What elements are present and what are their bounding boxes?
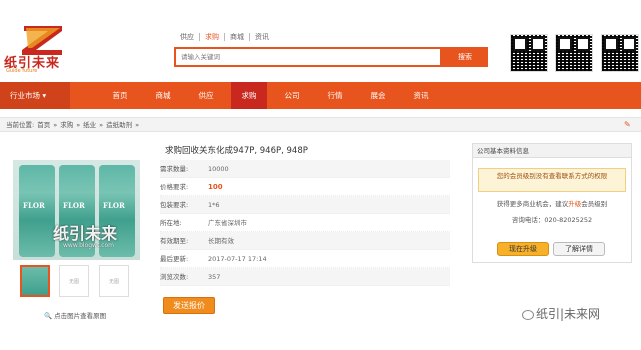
upgrade-hint: 获得更多商业机会，建议升级会员级别 [473,198,631,208]
field-label: 最后更新: [160,255,189,263]
nav-item-company[interactable]: 公司 [274,82,310,109]
field-label: 所在地: [160,219,182,227]
search-tab-supply[interactable]: 供应 [180,33,199,41]
nav-item-expo[interactable]: 展会 [360,82,396,109]
field-value: 1*6 [208,201,220,209]
upgrade-link[interactable]: 升级 [568,200,581,208]
phone-line: 咨询电话：020-82025252 [473,214,631,224]
qr-code [555,34,593,72]
footer-watermark: 纸引|未来网 [522,305,600,322]
zoom-hint-text: 点击图片查看原图 [54,312,107,320]
breadcrumb-separator: » [99,121,104,129]
breadcrumb: 当前位置: 首页» 求购» 纸业» 造纸助剂» ✎ [0,117,641,132]
field-row-validity: 有效期至: 长期有效 [160,232,450,250]
company-info-panel: 公司基本资料信息 您的会员级别没有查看联系方式的权限 获得更多商业机会，建议升级… [472,143,632,263]
thumbnail-placeholder: 无图 [68,279,79,285]
field-row-views: 浏览次数: 357 [160,268,450,286]
thumbnail-2[interactable]: 无图 [59,265,89,297]
qr-code [601,34,639,72]
breadcrumb-link-paper[interactable]: 纸业 [83,121,96,129]
breadcrumb-separator: » [53,121,58,129]
field-label: 包装要求: [160,201,189,209]
nav-item-news[interactable]: 资讯 [403,82,439,109]
search-tab-news[interactable]: 资讯 [249,33,274,41]
search-tabs: 供应 求购 商城 资讯 [180,33,274,41]
field-value: 2017-07-17 17:14 [208,255,267,263]
search-input[interactable] [176,49,440,65]
phone-label: 咨询电话： [511,216,545,224]
field-row-updated: 最后更新: 2017-07-17 17:14 [160,250,450,268]
search-tab-buy[interactable]: 求购 [199,33,224,41]
breadcrumb-label: 当前位置: [6,121,35,129]
field-label: 价格要求: [160,183,189,191]
image-watermark-url: www.blogwt.com [63,242,115,249]
breadcrumb-separator: » [76,121,81,129]
permission-notice: 您的会员级别没有查看联系方式的权限 [478,168,626,192]
field-row-quantity: 需求数量: 10000 [160,160,450,178]
magnifier-icon: 🔍 [44,312,53,320]
nav-item-supply[interactable]: 供应 [188,82,224,109]
learn-details-button[interactable]: 了解详情 [553,242,605,256]
field-label: 浏览次数: [160,273,189,281]
site-logo[interactable]: 纸引未来 Guide future [4,24,74,74]
wechat-icon [522,309,534,320]
panel-title: 公司基本资料信息 [473,144,631,158]
qr-code [510,34,548,72]
zoom-hint[interactable]: 🔍 点击图片查看原图 [44,310,106,320]
field-value: 广东省深圳市 [208,219,247,227]
product-image[interactable]: 纸引未来 www.blogwt.com [13,160,140,260]
category-menu-label: 行业市场 [10,91,40,100]
upgrade-hint-suffix: 会员级别 [581,200,608,208]
nav-item-mall[interactable]: 商城 [145,82,181,109]
upgrade-now-button[interactable]: 现在升级 [497,242,549,256]
search-button[interactable]: 搜索 [442,47,488,67]
product-fields: 需求数量: 10000 价格要求: 100 包装要求: 1*6 所在地: 广东省深圳市 … [160,160,450,286]
field-value: 357 [208,273,221,281]
field-value: 10000 [208,165,229,173]
thumbnail-1[interactable] [20,265,50,297]
upgrade-hint-prefix: 获得更多商业机会，建议 [496,200,569,208]
chevron-down-icon: ▾ [42,91,47,100]
field-label: 需求数量: [160,165,189,173]
field-value: 长期有效 [208,237,234,245]
product-title: 求购回收关东化成947P, 946P, 948P [165,146,308,156]
search-tab-mall[interactable]: 商城 [224,33,249,41]
price-value: 100 [208,183,223,191]
breadcrumb-link-home[interactable]: 首页 [37,121,50,129]
nav-item-buy[interactable]: 求购 [231,82,267,109]
phone-number: 020-82025252 [544,216,593,224]
category-menu[interactable]: 行业市场 ▾ [0,82,70,109]
breadcrumb-link-additives[interactable]: 造纸助剂 [106,121,132,129]
logo-subtitle: Guide future [6,68,38,74]
footer-watermark-text: 纸引|未来网 [536,307,601,321]
search-box [174,47,442,67]
field-row-packaging: 包装要求: 1*6 [160,196,450,214]
field-row-price: 价格要求: 100 [160,178,450,196]
send-quote-button[interactable]: 发送报价 [163,297,215,314]
breadcrumb-link-buy[interactable]: 求购 [60,121,73,129]
product-can [19,165,55,257]
field-label: 有效期至: [160,237,189,245]
thumbnail-3[interactable]: 无图 [99,265,129,297]
breadcrumb-separator: » [135,121,140,129]
field-row-location: 所在地: 广东省深圳市 [160,214,450,232]
thumbnail-placeholder: 无图 [108,279,119,285]
image-watermark: 纸引未来 [53,224,118,243]
edit-icon[interactable]: ✎ [624,121,632,129]
main-nav: 行业市场 ▾ 首页 商城 供应 求购 公司 行情 展会 资讯 [0,82,641,109]
nav-item-home[interactable]: 首页 [102,82,138,109]
nav-item-market[interactable]: 行情 [317,82,353,109]
